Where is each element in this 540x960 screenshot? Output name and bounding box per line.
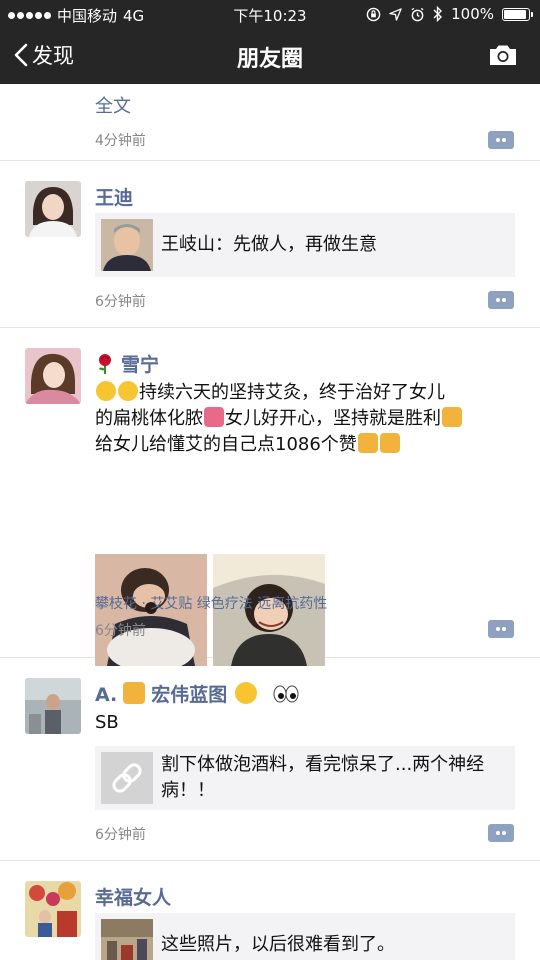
comment-button[interactable] bbox=[488, 824, 514, 842]
nav-bar: 发现 朋友圈 bbox=[0, 28, 540, 84]
thumbs-up-emoji-icon bbox=[379, 433, 400, 453]
avatar[interactable] bbox=[25, 881, 81, 937]
alarm-icon bbox=[411, 7, 424, 21]
text-segment: 的扁桃体化脓 bbox=[95, 408, 203, 429]
avatar[interactable] bbox=[25, 181, 81, 237]
thumbs-up-emoji-icon bbox=[442, 407, 462, 427]
page-title: 朋友圈 bbox=[236, 47, 303, 72]
nickname-row: 雪宁 bbox=[95, 350, 159, 377]
avatar-image bbox=[25, 678, 81, 734]
avatar-image bbox=[25, 348, 81, 404]
link-card[interactable]: 割下体做泡酒料，看完惊呆了...两个神经病！！ bbox=[95, 746, 515, 810]
nickname-prefix[interactable]: A. bbox=[95, 684, 117, 706]
nickname-row: A. 宏伟蓝图 bbox=[95, 680, 300, 707]
clapping-hands-emoji-icon bbox=[123, 682, 146, 704]
post-time: 6分钟前 bbox=[95, 623, 146, 639]
camera-icon bbox=[490, 45, 516, 65]
moment-post: 幸福女人 这些照片，以后很难看到了。 bbox=[0, 861, 540, 960]
status-right: 100% bbox=[366, 5, 533, 23]
post-time: 4分钟前 bbox=[95, 133, 146, 149]
orientation-lock-icon bbox=[366, 7, 381, 21]
nickname[interactable]: 幸福女人 bbox=[95, 883, 171, 910]
battery-icon bbox=[502, 7, 533, 21]
post-text-line: 的扁桃体化脓 女儿好开心，坚持就是胜利 bbox=[95, 406, 515, 432]
comment-button[interactable] bbox=[488, 131, 514, 149]
moment-post: A. 宏伟蓝图 SB 割下体做泡酒料，看完惊呆了...两个神经病！！ 6分钟前 bbox=[0, 658, 540, 861]
link-thumbnail bbox=[101, 752, 153, 804]
nickname[interactable]: 宏伟蓝图 bbox=[151, 684, 227, 706]
link-title: 这些照片，以后很难看到了。 bbox=[161, 934, 395, 955]
full-text-link[interactable]: 全文 bbox=[95, 92, 131, 118]
text-segment: 持续六天的坚持艾灸，终于治好了女儿 bbox=[139, 382, 445, 403]
smile-emoji-icon bbox=[235, 682, 258, 704]
link-card[interactable]: 王岐山：先做人，再做生意 bbox=[95, 213, 515, 277]
avatar[interactable] bbox=[25, 678, 81, 734]
moments-feed[interactable]: 全文 4分钟前 王迪 王岐山：先做人，再做生意 6分钟前 雪宁 持续六天的坚持艾… bbox=[0, 84, 540, 960]
post-time: 6分钟前 bbox=[95, 294, 146, 310]
location-label[interactable]: 攀枝花 · 艾艾贴 绿色疗法 远离抗药性 bbox=[95, 593, 327, 613]
comment-button[interactable] bbox=[488, 620, 514, 638]
thumbs-up-emoji-icon bbox=[357, 433, 378, 453]
bluetooth-icon bbox=[433, 6, 443, 22]
rose-icon bbox=[99, 354, 111, 374]
post-text-line: 给女儿给懂艾的自己点1086个赞 bbox=[95, 432, 515, 458]
text-segment: 女儿好开心，坚持就是胜利 bbox=[225, 408, 441, 429]
link-card[interactable]: 这些照片，以后很难看到了。 bbox=[95, 913, 515, 960]
link-title: 割下体做泡酒料，看完惊呆了...两个神经病！！ bbox=[161, 754, 485, 801]
post-time: 6分钟前 bbox=[95, 827, 146, 843]
nickname[interactable]: 王迪 bbox=[95, 183, 133, 210]
eyes-emoji-icon bbox=[273, 685, 299, 703]
battery-fill bbox=[504, 9, 526, 19]
post-text: SB bbox=[95, 712, 119, 733]
couple-emoji-icon bbox=[204, 407, 224, 427]
camera-button[interactable] bbox=[488, 43, 518, 71]
location-arrow-icon bbox=[389, 7, 402, 21]
nickname[interactable]: 雪宁 bbox=[121, 354, 159, 376]
laughing-crying-emoji-icon bbox=[96, 381, 116, 401]
avatar-image bbox=[25, 881, 81, 937]
link-thumbnail bbox=[101, 219, 153, 271]
laughing-crying-emoji-icon bbox=[118, 381, 138, 401]
text-segment: 给女儿给懂艾的自己点1086个赞 bbox=[95, 434, 357, 455]
moment-post: 王迪 王岐山：先做人，再做生意 6分钟前 bbox=[0, 161, 540, 328]
post-text: 持续六天的坚持艾灸，终于治好了女儿 的扁桃体化脓 女儿好开心，坚持就是胜利 给女儿… bbox=[95, 380, 515, 458]
moment-post: 全文 4分钟前 bbox=[0, 84, 540, 161]
battery-percent: 100% bbox=[451, 5, 494, 23]
avatar-image bbox=[25, 181, 81, 237]
link-thumbnail bbox=[101, 919, 153, 960]
status-bar: 中国移动 4G 下午10:23 100% bbox=[0, 0, 540, 28]
avatar[interactable] bbox=[25, 348, 81, 404]
link-title: 王岐山：先做人，再做生意 bbox=[161, 234, 377, 255]
post-text-line: 持续六天的坚持艾灸，终于治好了女儿 bbox=[95, 380, 515, 406]
comment-button[interactable] bbox=[488, 291, 514, 309]
link-icon bbox=[101, 752, 153, 804]
